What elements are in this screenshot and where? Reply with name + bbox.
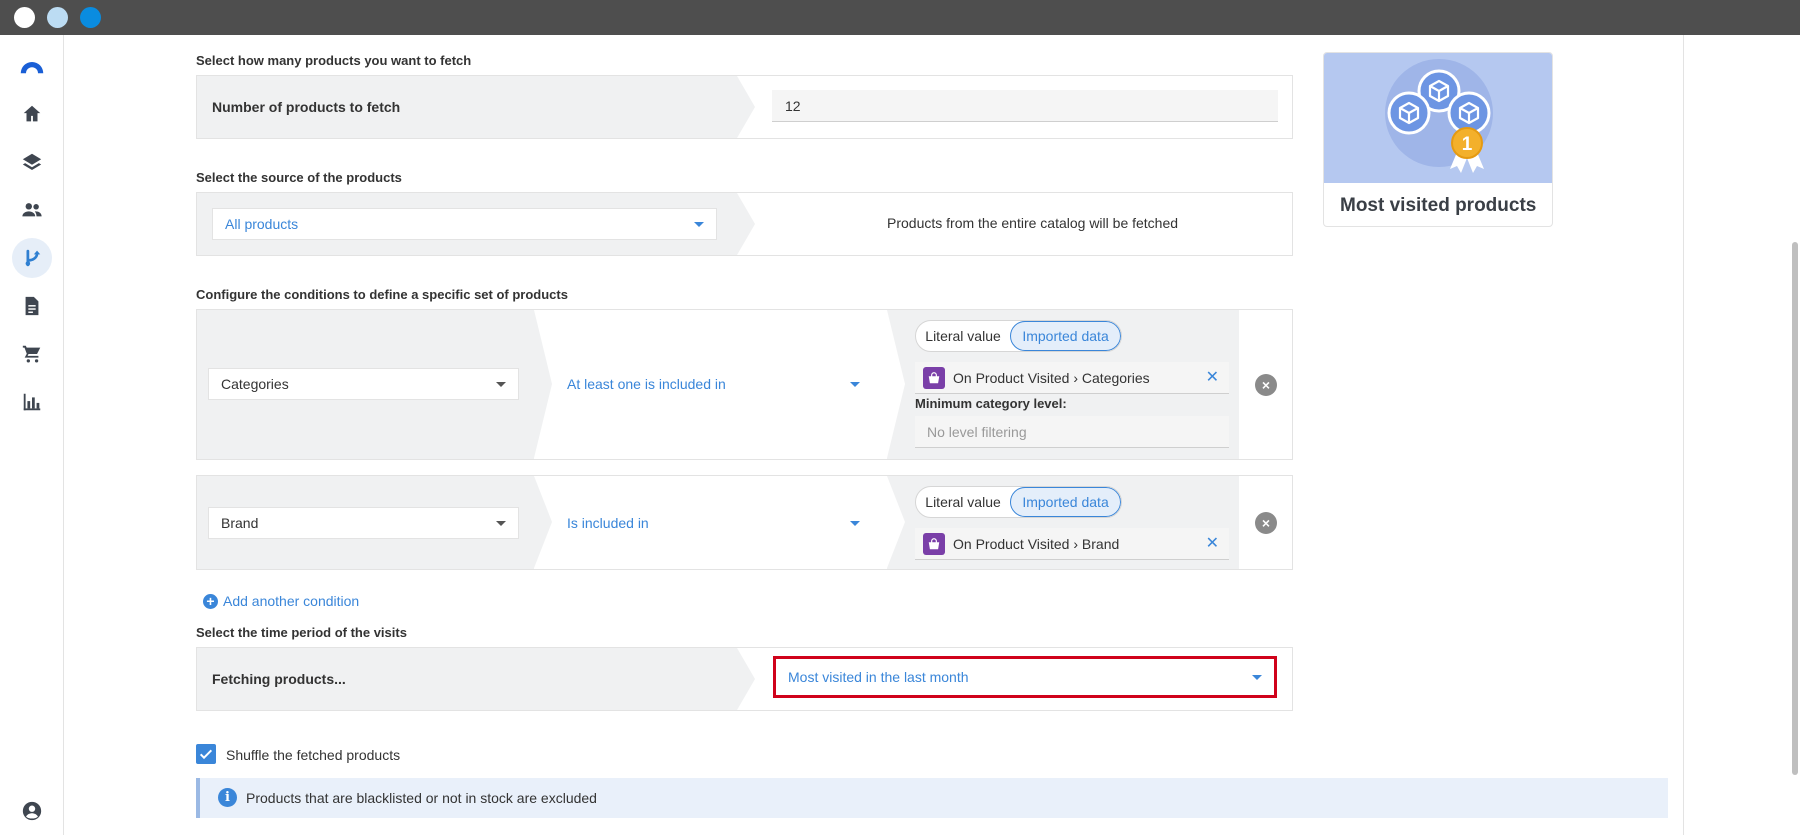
remove-condition-icon[interactable]: × [1255, 374, 1277, 396]
template-card[interactable]: 1 Most visited products [1323, 52, 1553, 227]
info-banner: i Products that are blacklisted or not i… [196, 778, 1668, 818]
logo-icon[interactable] [12, 47, 52, 87]
layers-icon[interactable] [12, 142, 52, 182]
condition-operator-select[interactable]: Is included in [567, 507, 872, 539]
maximize-window-button[interactable] [80, 7, 101, 28]
condition-operator-value: At least one is included in [567, 376, 726, 392]
imported-field-tag[interactable]: On Product Visited › Categories ✕ [915, 362, 1229, 394]
condition-panel: Categories At least one is included in L… [196, 309, 1293, 460]
selection-highlight [773, 656, 1277, 698]
flow-icon[interactable] [12, 238, 52, 278]
fetch-panel: Number of products to fetch 12 [196, 75, 1293, 139]
fetch-count-label: Number of products to fetch [212, 99, 401, 115]
shopping-bag-icon [923, 366, 945, 389]
award-badge-number: 1 [1462, 134, 1473, 155]
award-boxes-icon: 1 [1385, 59, 1493, 173]
chevron-down-icon [496, 382, 506, 387]
chevron-down-icon [694, 222, 704, 227]
condition-panel: Brand Is included in Literal value Impor… [196, 475, 1293, 570]
info-icon: i [218, 788, 237, 807]
source-description: Products from the entire catalog will be… [887, 215, 1179, 231]
conditions-section-label: Configure the conditions to define a spe… [196, 287, 568, 302]
period-field-label: Fetching products... [212, 671, 346, 687]
chevron-down-icon [496, 521, 506, 526]
shuffle-checkbox[interactable] [196, 744, 216, 764]
card-illustration: 1 [1324, 53, 1552, 183]
document-icon[interactable] [12, 286, 52, 326]
condition-attribute-value: Categories [221, 376, 289, 392]
shopping-bag-icon [923, 532, 945, 555]
imported-field-label: On Product Visited › Categories [953, 369, 1150, 386]
source-select-value: All products [225, 216, 299, 232]
condition-operator-select[interactable]: At least one is included in [567, 368, 872, 400]
imported-field-label: On Product Visited › Brand [953, 535, 1120, 552]
imported-field-tag[interactable]: On Product Visited › Brand ✕ [915, 528, 1229, 560]
fetch-section-label: Select how many products you want to fet… [196, 53, 472, 68]
value-type-toggle: Literal value Imported data [915, 486, 1122, 518]
shuffle-label: Shuffle the fetched products [226, 747, 401, 763]
remove-condition-icon[interactable]: × [1255, 512, 1277, 534]
source-select[interactable]: All products [212, 208, 717, 240]
period-section-label: Select the time period of the visits [196, 625, 407, 640]
home-icon[interactable] [12, 94, 52, 134]
condition-attribute-select[interactable]: Categories [208, 368, 519, 400]
min-level-label: Minimum category level: [915, 396, 1067, 411]
literal-value-option[interactable]: Literal value [916, 321, 1010, 351]
source-section-label: Select the source of the products [196, 170, 402, 185]
chevron-down-icon [850, 382, 860, 387]
remove-tag-icon[interactable]: ✕ [1206, 536, 1219, 552]
add-condition-label: Add another condition [223, 593, 360, 609]
window-title-bar [0, 0, 1800, 35]
condition-attribute-select[interactable]: Brand [208, 507, 519, 539]
condition-attribute-value: Brand [221, 515, 259, 531]
fetch-count-input[interactable]: 12 [772, 90, 1278, 122]
scrollbar[interactable] [1792, 242, 1798, 775]
chevron-down-icon [850, 521, 860, 526]
cart-icon[interactable] [12, 334, 52, 374]
literal-value-option[interactable]: Literal value [916, 487, 1010, 517]
people-icon[interactable] [12, 190, 52, 230]
source-panel: All products Products from the entire ca… [196, 192, 1293, 256]
value-type-toggle: Literal value Imported data [915, 320, 1122, 352]
chart-icon[interactable] [12, 382, 52, 422]
min-level-input[interactable]: No level filtering [915, 416, 1229, 448]
close-window-button[interactable] [14, 7, 35, 28]
imported-data-option[interactable]: Imported data [1010, 487, 1121, 517]
sidebar [0, 35, 64, 835]
content-border [1683, 35, 1684, 835]
card-title: Most visited products [1340, 195, 1537, 216]
plus-circle-icon: + [203, 593, 218, 609]
checkmark-icon [199, 749, 213, 760]
minimize-window-button[interactable] [47, 7, 68, 28]
account-icon[interactable] [12, 791, 52, 831]
remove-tag-icon[interactable]: ✕ [1206, 370, 1219, 386]
add-condition-button[interactable]: + Add another condition [203, 593, 359, 609]
info-text: Products that are blacklisted or not in … [246, 790, 597, 806]
condition-operator-value: Is included in [567, 515, 649, 531]
imported-data-option[interactable]: Imported data [1010, 321, 1121, 351]
